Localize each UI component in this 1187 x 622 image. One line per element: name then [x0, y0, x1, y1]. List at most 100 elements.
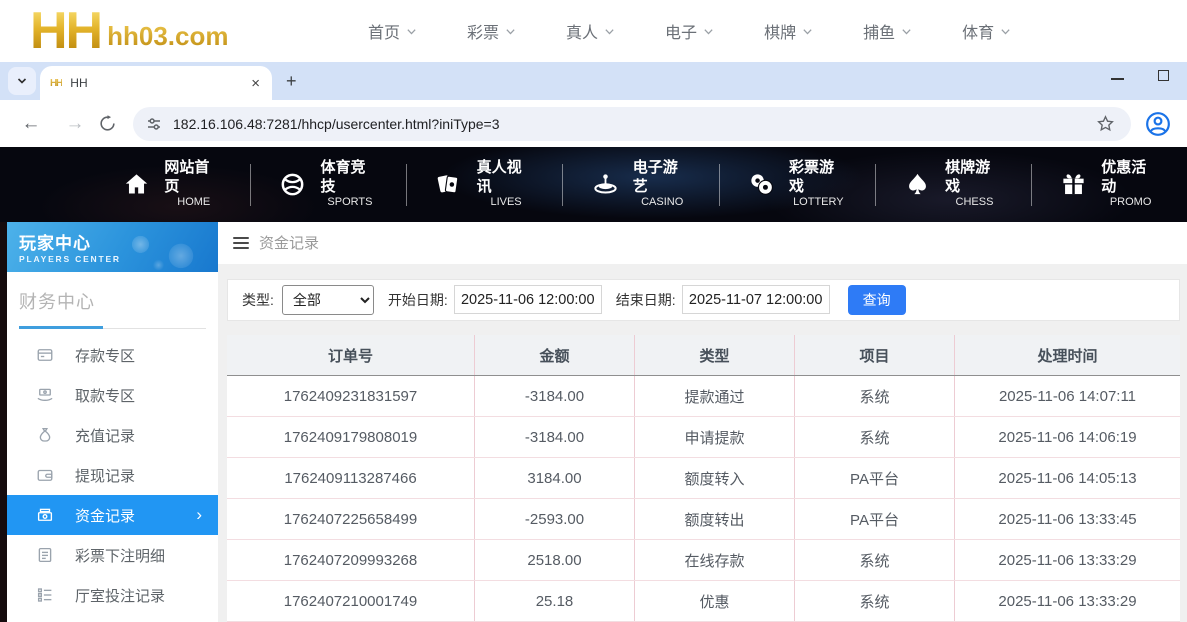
main-nav-item-5[interactable]: 棋牌游戏 CHESS: [876, 159, 1031, 210]
site-header: HH hh03.com 首页 彩票 真人 电子 棋牌 捕鱼 体育: [0, 0, 1187, 62]
table-cell: 2025-11-06 14:06:19: [955, 417, 1180, 457]
reload-button[interactable]: [98, 114, 117, 133]
top-nav-item-0[interactable]: 首页: [368, 19, 417, 43]
breadcrumb: 资金记录: [218, 222, 1187, 264]
main-nav-item-2[interactable]: 真人视讯 LIVES: [407, 159, 562, 210]
main-nav-item-3[interactable]: 电子游艺 CASINO: [563, 159, 718, 210]
top-nav-item-1[interactable]: 彩票: [467, 19, 516, 43]
tab-title: HH: [70, 76, 247, 90]
column-header: 类型: [635, 335, 795, 375]
top-nav-item-2[interactable]: 真人: [566, 19, 615, 43]
table-cell: 系统: [795, 376, 955, 416]
chevron-down-icon: [1000, 26, 1011, 37]
table-cell: 额度转入: [635, 458, 795, 498]
top-nav-item-5[interactable]: 捕鱼: [863, 19, 912, 43]
table-cell: 1762407225658499: [227, 499, 475, 539]
site-main-nav: 网站首页 HOME 体育竞技 SPORTS 真人视讯 LIVES 电子游艺 CA…: [0, 147, 1187, 222]
chevron-right-icon: ›: [196, 505, 202, 525]
table-row: 176240721000174925.18优惠系统2025-11-06 13:3…: [227, 581, 1180, 622]
table-cell: 3184.00: [475, 458, 635, 498]
home-icon: [122, 170, 151, 200]
table-cell: 1762409231831597: [227, 376, 475, 416]
tab-search-button[interactable]: [8, 67, 36, 95]
table-cell: 2025-11-06 14:05:13: [955, 458, 1180, 498]
sports-ball-icon: [278, 170, 307, 200]
tab-close-icon[interactable]: ×: [247, 75, 264, 92]
new-tab-button[interactable]: +: [286, 71, 297, 92]
site-top-nav: 首页 彩票 真人 电子 棋牌 捕鱼 体育: [368, 19, 1011, 43]
sidebar: 玩家中心 PLAYERS CENTER 财务中心 存款专区 取款专区 充值记录 …: [7, 222, 218, 622]
main-nav-item-0[interactable]: 网站首页 HOME: [95, 159, 250, 210]
main-nav-item-4[interactable]: 彩票游戏 LOTTERY: [720, 159, 875, 210]
start-date-label: 开始日期:: [388, 290, 448, 310]
spade-icon: [903, 170, 932, 200]
chevron-down-icon: [802, 26, 813, 37]
main-nav-item-1[interactable]: 体育竞技 SPORTS: [251, 159, 406, 210]
start-date-input[interactable]: [454, 285, 602, 314]
chevron-down-icon: [703, 26, 714, 37]
sidebar-item-4[interactable]: 资金记录›: [7, 495, 218, 535]
table-row: 1762407225658499-2593.00额度转出PA平台2025-11-…: [227, 499, 1180, 540]
top-nav-item-4[interactable]: 棋牌: [764, 19, 813, 43]
omnibox[interactable]: 182.16.106.48:7281/hhcp/usercenter.html?…: [133, 107, 1131, 141]
page-title: 资金记录: [259, 232, 319, 253]
back-button[interactable]: ←: [18, 113, 44, 135]
table-row: 17624072099932682518.00在线存款系统2025-11-06 …: [227, 540, 1180, 581]
sidebar-item-0[interactable]: 存款专区: [7, 335, 218, 375]
table-cell: 1762407210001749: [227, 581, 475, 621]
table-cell: 在线存款: [635, 540, 795, 580]
url-text[interactable]: 182.16.106.48:7281/hhcp/usercenter.html?…: [173, 116, 1096, 132]
main-panel: 资金记录 类型: 全部 开始日期: 结束日期: 查询 订单号金额类型项目处理时间…: [218, 222, 1187, 622]
reload-icon: [98, 114, 117, 133]
chevron-down-icon: [901, 26, 912, 37]
column-header: 处理时间: [955, 335, 1180, 375]
sidebar-item-2[interactable]: 充值记录: [7, 415, 218, 455]
table-cell: PA平台: [795, 458, 955, 498]
site-logo[interactable]: HH hh03.com: [30, 8, 320, 55]
search-button[interactable]: 查询: [848, 285, 906, 315]
sidebar-subtitle: PLAYERS CENTER: [19, 254, 218, 264]
table-cell: 1762409113287466: [227, 458, 475, 498]
sidebar-section-title: 财务中心: [19, 288, 206, 314]
table-cell: 1762409179808019: [227, 417, 475, 457]
window-maximize-button[interactable]: [1158, 70, 1169, 81]
deposit-card-icon: [35, 346, 55, 364]
sidebar-item-3[interactable]: 提现记录: [7, 455, 218, 495]
top-nav-item-3[interactable]: 电子: [665, 19, 714, 43]
window-controls: [1111, 70, 1169, 81]
tab-favicon-icon: H H: [50, 78, 62, 89]
table-cell: 1762407209993268: [227, 540, 475, 580]
table-cell: 申请提款: [635, 417, 795, 457]
table-cell: 提款通过: [635, 376, 795, 416]
money-bag-icon: [35, 426, 55, 444]
sidebar-item-1[interactable]: 取款专区: [7, 375, 218, 415]
browser-tab-strip: H H HH × +: [0, 62, 1187, 100]
top-nav-item-6[interactable]: 体育: [962, 19, 1011, 43]
bookmark-star-icon[interactable]: [1096, 114, 1115, 133]
profile-avatar-icon[interactable]: [1145, 111, 1171, 137]
type-select[interactable]: 全部: [282, 285, 374, 315]
table-cell: 2025-11-06 13:33:29: [955, 540, 1180, 580]
end-date-input[interactable]: [682, 285, 830, 314]
menu-toggle-icon[interactable]: [233, 237, 249, 249]
logo-domain-text: hh03.com: [107, 21, 228, 52]
sidebar-item-5[interactable]: 彩票下注明细: [7, 535, 218, 575]
forward-button[interactable]: →: [62, 113, 88, 135]
main-nav-item-6[interactable]: 优惠活动 PROMO: [1032, 159, 1187, 210]
browser-tab[interactable]: H H HH ×: [40, 66, 272, 100]
withdraw-hand-icon: [35, 386, 55, 404]
sidebar-item-7[interactable]: 玩家投注报表: [7, 615, 218, 622]
table-cell: PA平台: [795, 499, 955, 539]
sidebar-item-6[interactable]: 厅室投注记录: [7, 575, 218, 615]
column-header: 订单号: [227, 335, 475, 375]
chevron-down-icon: [406, 26, 417, 37]
browser-address-bar: ← → 182.16.106.48:7281/hhcp/usercenter.h…: [0, 100, 1187, 147]
table-cell: -3184.00: [475, 376, 635, 416]
sidebar-section: 财务中心: [19, 288, 206, 329]
window-minimize-button[interactable]: [1111, 78, 1124, 80]
table-row: 1762409179808019-3184.00申请提款系统2025-11-06…: [227, 417, 1180, 458]
site-settings-icon[interactable]: [145, 115, 163, 133]
sidebar-section-underline: [19, 326, 206, 329]
column-header: 金额: [475, 335, 635, 375]
left-edge-strip: [0, 222, 7, 622]
